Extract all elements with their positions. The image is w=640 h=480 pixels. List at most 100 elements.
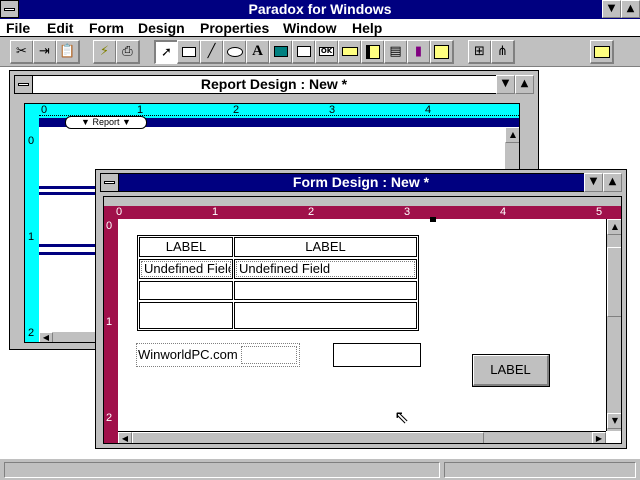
- crosstab-tool-button[interactable]: [430, 40, 454, 64]
- form-vertical-ruler[interactable]: 0 1 2: [104, 219, 118, 443]
- app-title: Paradox for Windows: [248, 1, 392, 17]
- paste-button[interactable]: 📋: [56, 40, 80, 64]
- menu-file[interactable]: File: [6, 20, 30, 36]
- form-ruler-h-0: 0: [116, 206, 123, 218]
- field-tool-button[interactable]: [338, 40, 362, 64]
- line-tool-button[interactable]: ╱: [200, 40, 224, 64]
- form-design-canvas[interactable]: 0 1 2 3 4 5 0 1 2 LABEL LABEL Undefined …: [103, 196, 622, 444]
- undefined-field[interactable]: Undefined Field: [236, 261, 415, 277]
- run-form-button[interactable]: ⚡: [93, 40, 117, 64]
- report-window-titlebar[interactable]: Report Design : New *: [14, 75, 534, 94]
- cut-button[interactable]: ✂: [10, 40, 34, 64]
- table-cell[interactable]: [139, 302, 233, 329]
- form-vertical-scrollbar[interactable]: ▲ ▼: [606, 219, 621, 431]
- cut-icon: ✂: [16, 44, 27, 59]
- mouse-cursor-icon: ⇖: [394, 407, 410, 428]
- app-minimize-button[interactable]: ▼: [602, 0, 621, 18]
- menu-design[interactable]: Design: [138, 20, 185, 36]
- undefined-field-label: Undefined Field: [144, 261, 230, 276]
- form-window-title: Form Design : New *: [292, 174, 430, 190]
- text-tool-button[interactable]: A: [246, 40, 270, 64]
- copy-to-icon: ⇥: [39, 44, 50, 59]
- text-field-object[interactable]: WinworldPC.com: [136, 343, 300, 367]
- box-tool-button[interactable]: [177, 40, 201, 64]
- report-system-menu-button[interactable]: [14, 75, 33, 94]
- vertical-scroll-thumb[interactable]: [607, 247, 621, 317]
- app-system-menu-button[interactable]: [0, 0, 19, 18]
- scroll-up-arrow-icon[interactable]: ▲: [607, 219, 621, 235]
- table-cell[interactable]: [139, 281, 233, 300]
- app-titlebar[interactable]: Paradox for Windows: [0, 0, 640, 19]
- data-model-icon: ⋔: [497, 44, 508, 59]
- form-window-titlebar[interactable]: Form Design : New *: [100, 173, 622, 192]
- form-maximize-button[interactable]: ▲: [603, 173, 622, 192]
- menu-form[interactable]: Form: [89, 20, 124, 36]
- scroll-down-arrow-icon[interactable]: ▼: [607, 413, 621, 429]
- band-expand-icon: ▼: [122, 117, 131, 127]
- ole-tool-icon: [296, 46, 311, 57]
- line-tool-icon: ╱: [207, 44, 216, 59]
- undefined-field[interactable]: Undefined Field: [141, 261, 231, 277]
- select-arrow-icon: ➚: [161, 45, 172, 60]
- graphic-tool-icon: [273, 46, 288, 57]
- table-cell[interactable]: [234, 302, 417, 329]
- form-system-menu-button[interactable]: [100, 173, 119, 192]
- table-row[interactable]: Undefined Field: [139, 259, 233, 279]
- text-field-value-box[interactable]: [241, 346, 297, 364]
- print-button[interactable]: ⎙: [116, 40, 140, 64]
- field-tool-icon: [341, 47, 358, 56]
- label-button[interactable]: LABEL: [472, 354, 550, 387]
- chart-tool-button[interactable]: ▮: [407, 40, 431, 64]
- scroll-left-arrow-icon[interactable]: ◀: [39, 332, 53, 342]
- report-window-title: Report Design : New *: [200, 76, 348, 92]
- text-tool-icon: A: [252, 43, 263, 59]
- object-tree-icon: ⊞: [474, 44, 485, 59]
- form-design-window[interactable]: Form Design : New * ▼ ▲ 0 1 2 3 4 5 0 1 …: [95, 169, 627, 449]
- form-horizontal-ruler[interactable]: 0 1 2 3 4 5: [104, 206, 621, 219]
- status-mode-panel: [444, 462, 636, 478]
- run-icon: ⚡: [99, 44, 110, 59]
- toolbar: ✂ ⇥ 📋 ⚡ ⎙ ➚ ╱ A OK ▤ ▮ ⊞ ⋔: [0, 37, 640, 67]
- print-icon: ⎙: [122, 44, 133, 59]
- copy-to-button[interactable]: ⇥: [33, 40, 57, 64]
- ole-tool-button[interactable]: [292, 40, 316, 64]
- form-ruler-h-3: 3: [404, 206, 411, 218]
- scroll-up-arrow-icon[interactable]: ▲: [505, 127, 519, 143]
- ellipse-tool-button[interactable]: [223, 40, 247, 64]
- multirecord-tool-button[interactable]: ▤: [384, 40, 408, 64]
- report-band-label-tab[interactable]: ▼ Report ▼: [65, 116, 147, 129]
- button-tool-button[interactable]: OK: [315, 40, 339, 64]
- scroll-left-arrow-icon[interactable]: ◀: [118, 432, 132, 443]
- horizontal-scroll-thumb[interactable]: [132, 432, 484, 443]
- menu-edit[interactable]: Edit: [47, 20, 73, 36]
- report-ruler-v-2: 2: [28, 327, 35, 339]
- folder-icon: [593, 45, 610, 58]
- app-restore-button[interactable]: ▲: [621, 0, 640, 18]
- form-horizontal-scrollbar[interactable]: ◀ ▶: [118, 431, 606, 443]
- folder-button[interactable]: [590, 40, 614, 64]
- label-button-text: LABEL: [490, 362, 531, 377]
- table-header-cell[interactable]: LABEL: [234, 237, 417, 257]
- menu-bar: File Edit Form Design Properties Window …: [0, 19, 640, 37]
- menu-properties[interactable]: Properties: [200, 20, 269, 36]
- box-object[interactable]: [333, 343, 421, 367]
- report-minimize-button[interactable]: ▼: [496, 75, 515, 94]
- graphic-tool-button[interactable]: [269, 40, 293, 64]
- report-maximize-button[interactable]: ▲: [515, 75, 534, 94]
- select-tool-button[interactable]: ➚: [154, 40, 178, 64]
- form-minimize-button[interactable]: ▼: [584, 173, 603, 192]
- menu-help[interactable]: Help: [352, 20, 382, 36]
- table-cell[interactable]: [234, 281, 417, 300]
- table-tool-button[interactable]: [361, 40, 385, 64]
- multirecord-tool-icon: ▤: [389, 44, 402, 59]
- status-bar: [0, 458, 640, 480]
- table-frame[interactable]: LABEL LABEL Undefined Field Undefined Fi…: [137, 235, 419, 331]
- table-row[interactable]: Undefined Field: [234, 259, 417, 279]
- scroll-right-arrow-icon[interactable]: ▶: [592, 432, 606, 443]
- object-tree-button[interactable]: ⊞: [468, 40, 492, 64]
- table-header-cell[interactable]: LABEL: [139, 237, 233, 257]
- menu-window[interactable]: Window: [283, 20, 337, 36]
- report-ruler-v-1: 1: [28, 231, 35, 243]
- data-model-button[interactable]: ⋔: [491, 40, 515, 64]
- report-vertical-ruler[interactable]: 0 1 2: [25, 118, 39, 342]
